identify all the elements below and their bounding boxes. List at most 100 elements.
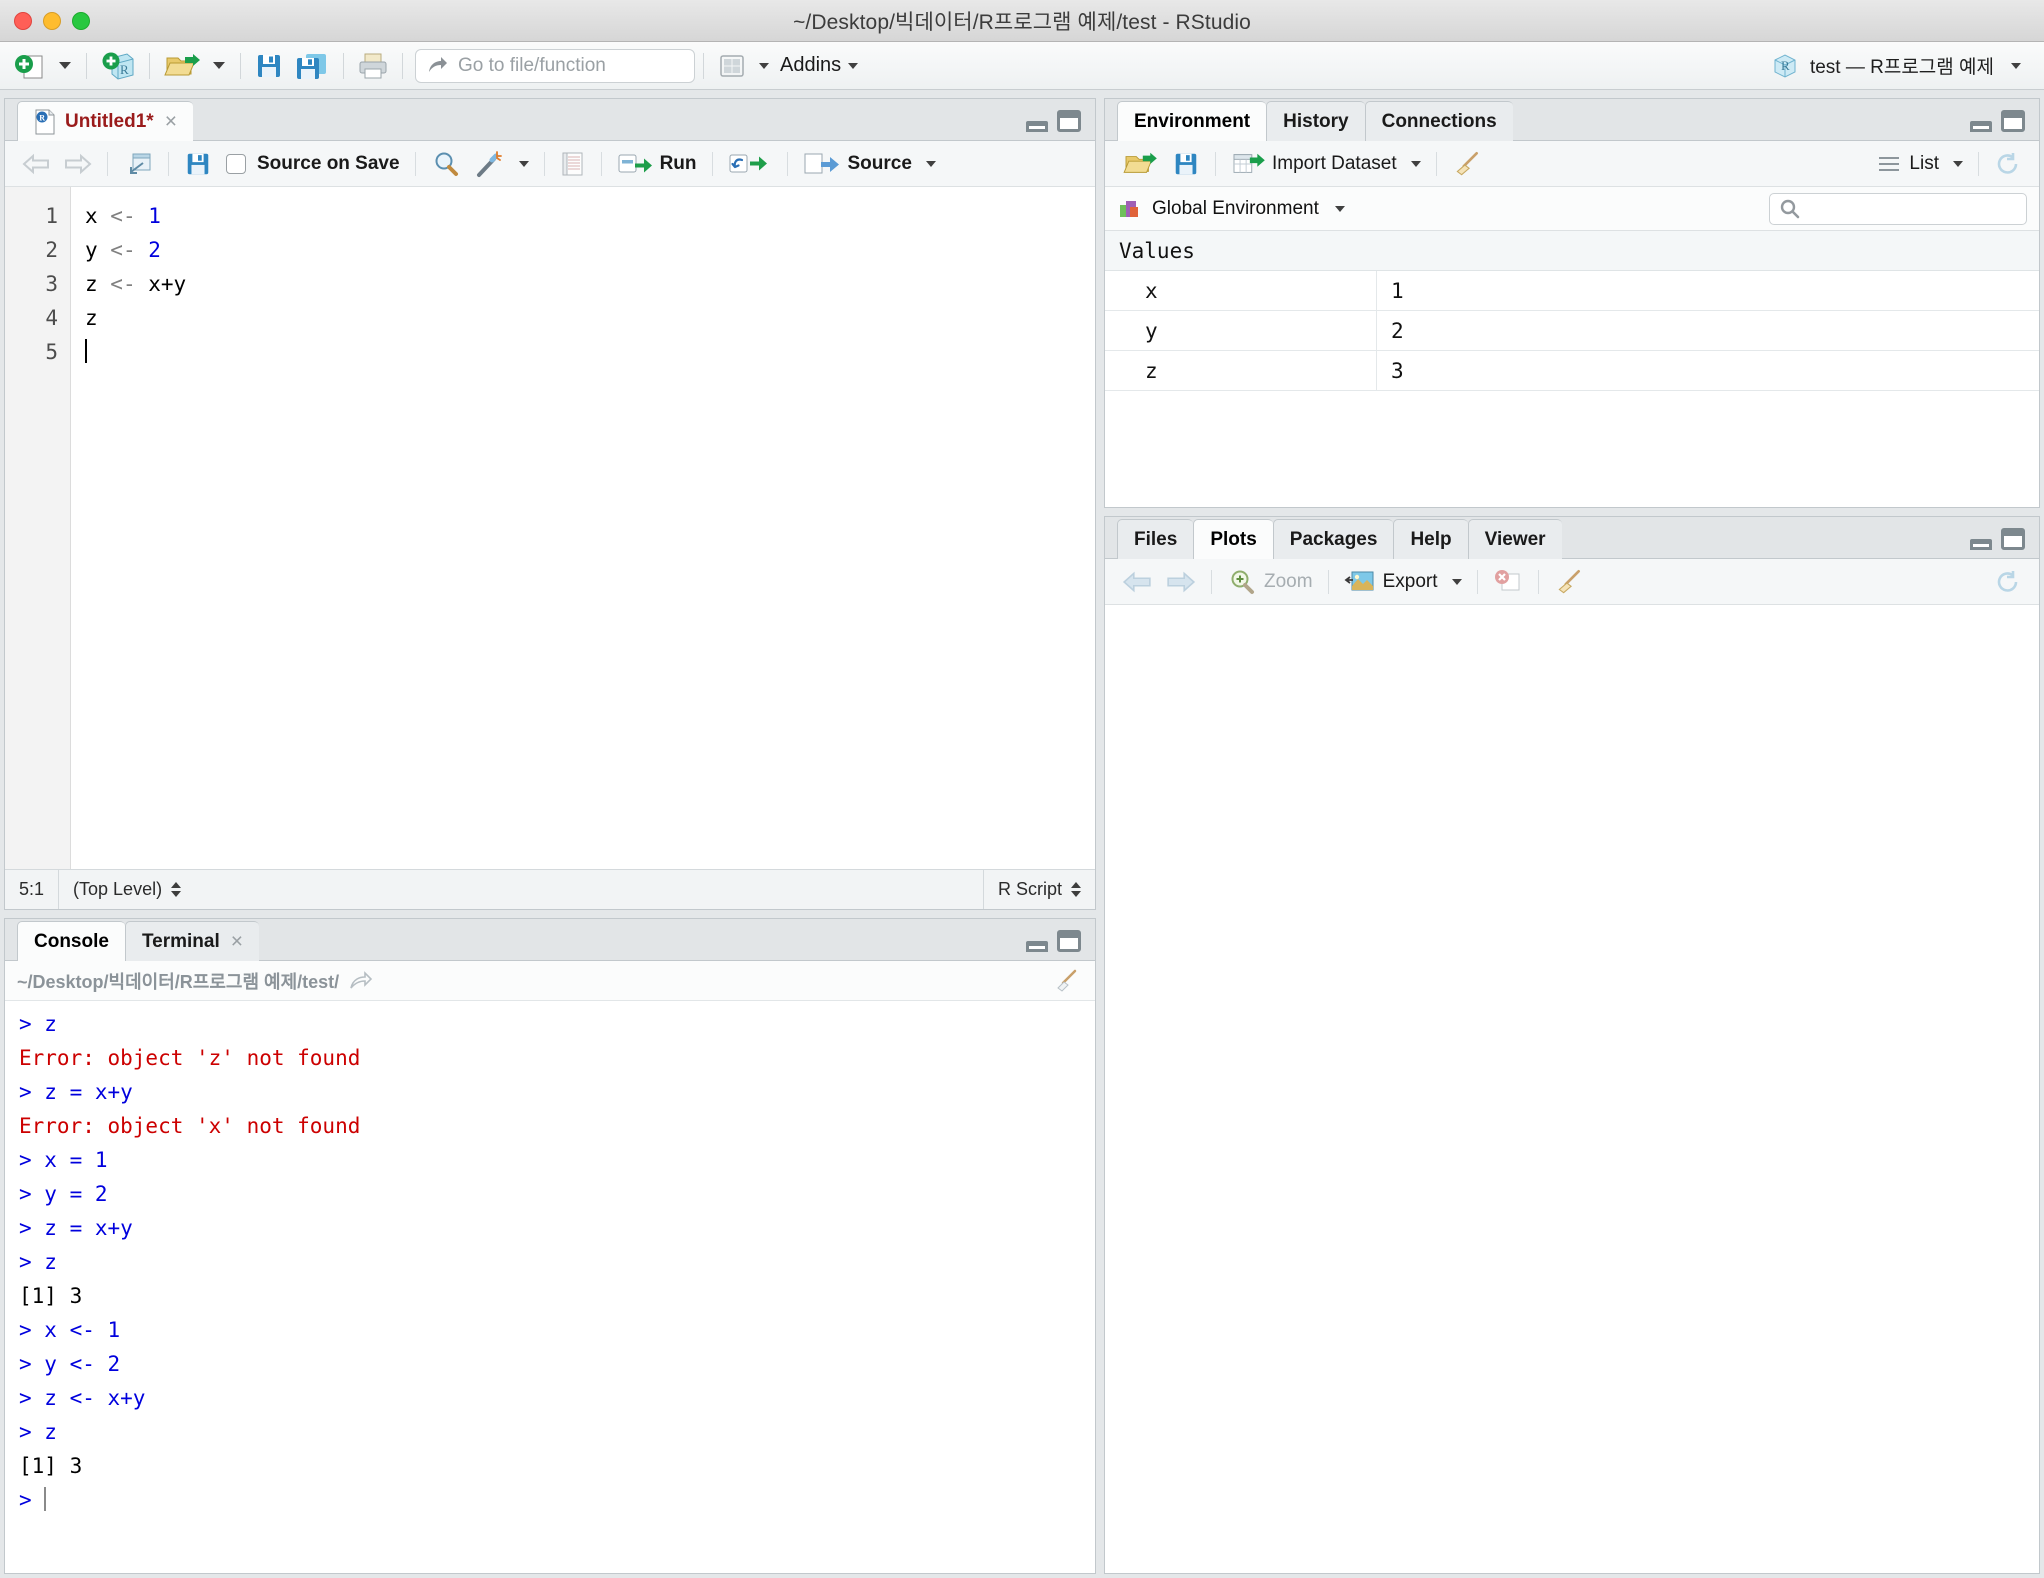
remove-plot-button[interactable]: [1486, 565, 1530, 599]
clear-all-plots-button[interactable]: [1547, 565, 1591, 599]
goto-file-function-input[interactable]: Go to file/function: [415, 48, 695, 83]
import-dataset-button[interactable]: Import Dataset: [1224, 147, 1404, 181]
clear-objects-button[interactable]: [1445, 147, 1489, 181]
source-save-button[interactable]: [177, 147, 219, 181]
code-tools-button[interactable]: [468, 147, 512, 181]
global-environment-selector[interactable]: Global Environment: [1117, 197, 1352, 221]
project-selector[interactable]: R test — R프로그램 예제: [1770, 51, 2034, 81]
working-directory-label: ~/Desktop/빅데이터/R프로그램 예제/test/: [17, 971, 340, 992]
plots-display-area[interactable]: [1105, 605, 2039, 1573]
tab-viewer[interactable]: Viewer: [1467, 519, 1562, 559]
new-project-button[interactable]: R: [95, 48, 141, 84]
show-in-new-window-button[interactable]: [116, 147, 160, 181]
save-all-button[interactable]: [289, 48, 335, 84]
checkbox-box[interactable]: [226, 153, 246, 174]
environment-search-input[interactable]: [1769, 192, 2027, 225]
source-forward-button[interactable]: [57, 147, 99, 181]
tab-console[interactable]: Console: [17, 921, 125, 961]
maximize-pane-icon[interactable]: [1057, 110, 1081, 132]
scope-selector[interactable]: (Top Level): [59, 870, 195, 909]
minimize-pane-icon[interactable]: [1026, 121, 1048, 132]
view-mode-caret[interactable]: [1953, 160, 1963, 167]
tab-history[interactable]: History: [1266, 101, 1365, 141]
maximize-pane-icon[interactable]: [2001, 110, 2025, 132]
next-plot-button[interactable]: [1159, 565, 1203, 599]
tab-files[interactable]: Files: [1117, 519, 1194, 559]
source-on-save-checkbox[interactable]: Source on Save: [219, 147, 407, 181]
environment-object-list[interactable]: Values x1y2z3: [1105, 231, 2039, 507]
workspace-panes-button[interactable]: [712, 48, 752, 84]
tab-help[interactable]: Help: [1393, 519, 1468, 559]
environment-window-buttons[interactable]: [1970, 110, 2025, 132]
addins-button[interactable]: Addins: [780, 54, 841, 77]
source-tab-close-icon[interactable]: ×: [165, 111, 177, 132]
right-column: Environment History Connections Import D…: [1104, 98, 2040, 1574]
tab-connections[interactable]: Connections: [1364, 101, 1513, 141]
view-directory-icon[interactable]: [349, 970, 373, 991]
new-file-button[interactable]: [8, 48, 52, 84]
rerun-button[interactable]: [721, 147, 779, 181]
code-line[interactable]: z <- x+y: [85, 267, 1095, 301]
project-dropdown-caret[interactable]: [2011, 62, 2021, 69]
run-button[interactable]: Run: [610, 147, 704, 181]
source-button[interactable]: Source: [796, 147, 919, 181]
import-dataset-caret[interactable]: [1410, 160, 1421, 167]
minimize-window-button[interactable]: [43, 12, 61, 30]
previous-plot-button[interactable]: [1115, 565, 1159, 599]
tab-terminal[interactable]: Terminal ×: [124, 921, 259, 961]
file-type-selector[interactable]: R Script: [984, 870, 1095, 909]
code-line[interactable]: z: [85, 301, 1095, 335]
close-window-button[interactable]: [14, 12, 32, 30]
new-file-dropdown-caret[interactable]: [59, 62, 71, 69]
console-output[interactable]: > z Error: object 'z' not found > z = x+y E…: [5, 1001, 1095, 1573]
load-workspace-button[interactable]: [1115, 147, 1165, 181]
window-title: ~/Desktop/빅데이터/R프로그램 예제/test - RStudio: [793, 10, 1251, 34]
refresh-plot-button[interactable]: [1987, 565, 2029, 599]
compile-report-button[interactable]: [553, 147, 593, 181]
save-workspace-button[interactable]: [1165, 147, 1207, 181]
source-dropdown-caret[interactable]: [925, 160, 936, 167]
editor-code-area[interactable]: x <- 1y <- 2z <- x+y z: [71, 187, 1095, 869]
open-file-dropdown-caret[interactable]: [213, 62, 225, 69]
code-line[interactable]: y <- 2: [85, 233, 1095, 267]
maximize-pane-icon[interactable]: [1057, 930, 1081, 952]
environment-row[interactable]: x1: [1105, 271, 2039, 311]
code-tools-caret[interactable]: [518, 160, 529, 167]
addins-dropdown-caret[interactable]: [848, 62, 859, 69]
source-back-button[interactable]: [15, 147, 57, 181]
save-button[interactable]: [249, 48, 289, 84]
source-tab-untitled1[interactable]: R Untitled1* ×: [17, 101, 193, 141]
clear-console-icon[interactable]: [1053, 969, 1081, 993]
window-controls[interactable]: [14, 0, 90, 42]
refresh-environment-button[interactable]: [1987, 147, 2029, 181]
minimize-pane-icon[interactable]: [1970, 539, 1992, 550]
tab-plots[interactable]: Plots: [1193, 519, 1273, 559]
global-environment-label: Global Environment: [1152, 197, 1319, 219]
console-window-buttons[interactable]: [1026, 930, 1081, 952]
minimize-pane-icon[interactable]: [1970, 121, 1992, 132]
export-plot-button[interactable]: Export: [1337, 565, 1445, 599]
global-environment-caret[interactable]: [1334, 205, 1345, 212]
panes-dropdown-caret[interactable]: [759, 62, 769, 69]
plots-window-buttons[interactable]: [1970, 528, 2025, 550]
terminal-tab-close-icon[interactable]: ×: [231, 931, 243, 952]
view-mode-button[interactable]: List: [1869, 147, 1946, 181]
print-button[interactable]: [352, 48, 394, 84]
environment-row[interactable]: z3: [1105, 351, 2039, 391]
zoom-plot-button[interactable]: Zoom: [1220, 565, 1320, 599]
console-prompt-line[interactable]: >: [19, 1483, 1095, 1517]
code-line[interactable]: x <- 1: [85, 199, 1095, 233]
source-window-buttons[interactable]: [1026, 110, 1081, 132]
maximize-pane-icon[interactable]: [2001, 528, 2025, 550]
editor-body[interactable]: 12345 x <- 1y <- 2z <- x+y z: [5, 187, 1095, 869]
tab-packages[interactable]: Packages: [1272, 519, 1394, 559]
code-line[interactable]: [85, 335, 1095, 369]
open-file-button[interactable]: [158, 48, 206, 84]
console-line: > z <- x+y: [19, 1386, 146, 1410]
maximize-window-button[interactable]: [72, 12, 90, 30]
tab-environment[interactable]: Environment: [1117, 101, 1267, 141]
minimize-pane-icon[interactable]: [1026, 941, 1048, 952]
environment-row[interactable]: y2: [1105, 311, 2039, 351]
export-caret[interactable]: [1451, 578, 1462, 585]
find-replace-button[interactable]: [424, 147, 468, 181]
